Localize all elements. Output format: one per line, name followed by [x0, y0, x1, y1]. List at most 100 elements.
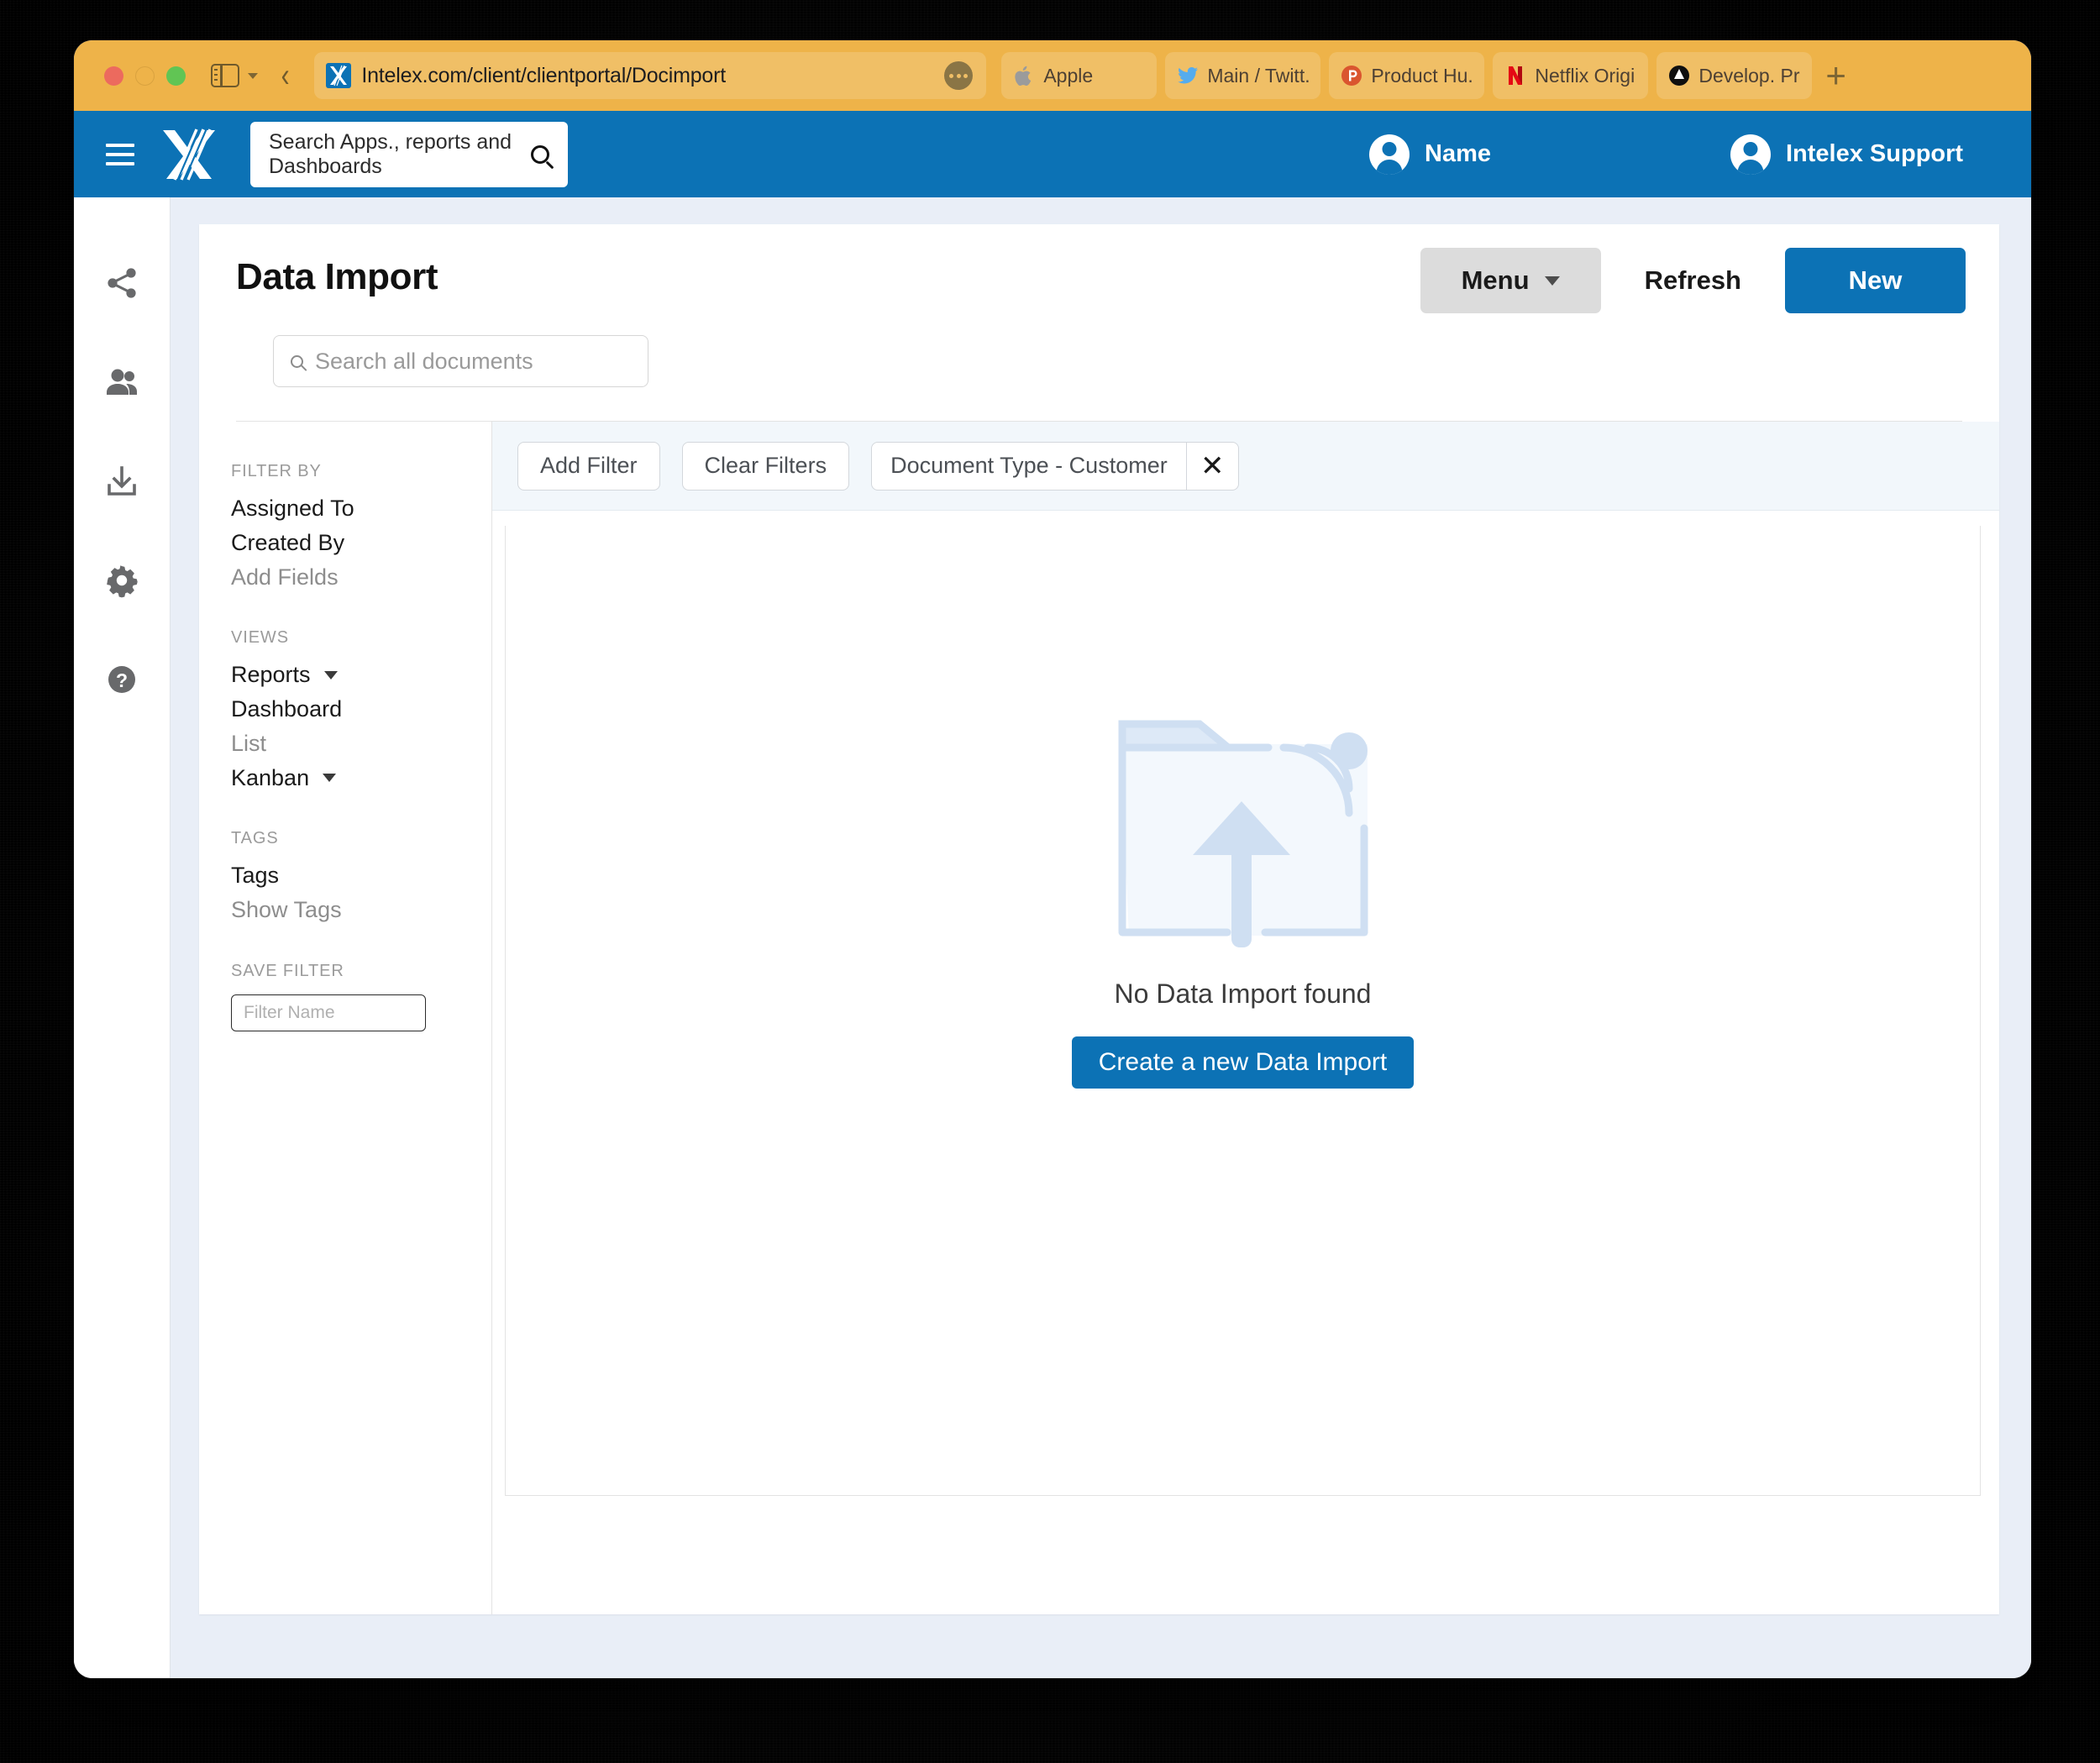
browser-tab-twitter[interactable]: Main / Twitt... [1165, 52, 1321, 99]
gear-icon[interactable] [103, 562, 140, 599]
divider [236, 421, 1962, 422]
apple-icon [1013, 65, 1035, 87]
filter-item-label: Created By [231, 529, 345, 555]
create-data-import-button[interactable]: Create a new Data Import [1071, 1036, 1415, 1089]
active-filter-chip[interactable]: Document Type - Customer ✕ [871, 441, 1239, 491]
people-icon[interactable] [103, 364, 140, 401]
browser-tab-label: Develop. Pr... [1698, 64, 1800, 87]
views-item-kanban[interactable]: Kanban [231, 764, 491, 793]
browser-tab-apple[interactable]: Apple [1001, 52, 1158, 99]
folder-upload-icon [1109, 711, 1378, 950]
filter-item-assigned-to[interactable]: Assigned To [231, 495, 491, 523]
clear-filters-button[interactable]: Clear Filters [681, 441, 850, 491]
empty-state-message: No Data Import found [1114, 979, 1372, 1009]
producthunt-icon [1341, 65, 1362, 87]
card-header: Data Import Menu Refresh New Search all … [199, 224, 1999, 422]
intelex-favicon [326, 63, 352, 88]
share-icon[interactable] [103, 265, 140, 302]
chevron-down-icon [1544, 275, 1560, 286]
save-filter-group: SAVE FILTER Filter Name [231, 962, 491, 1031]
filter-item-label: Assigned To [231, 496, 354, 521]
views-item-label: List [231, 730, 267, 756]
add-filter-button[interactable]: Add Filter [517, 441, 660, 491]
sidebar-icon [211, 64, 239, 87]
views-item-dashboard[interactable]: Dashboard [231, 695, 491, 724]
filter-item-created-by[interactable]: Created By [231, 529, 491, 558]
icon-rail: ? [74, 197, 171, 1678]
chevron-down-icon[interactable] [248, 72, 258, 79]
global-search-input[interactable]: Search Apps., reports and Dashboards [250, 121, 568, 187]
browser-tab-netflix[interactable]: Netflix Origi... [1493, 52, 1649, 99]
hamburger-icon[interactable] [106, 143, 134, 165]
dropbox-icon [1668, 65, 1690, 87]
filter-by-group: FILTER BY Assigned To Created By Add Fie… [231, 462, 491, 591]
save-filter-title: SAVE FILTER [231, 961, 344, 980]
global-search-placeholder: Search Apps., reports and Dashboards [269, 129, 512, 178]
active-filter-label: Document Type - Customer [890, 453, 1168, 478]
browser-tab-label: Main / Twitt... [1207, 64, 1309, 87]
filter-name-input[interactable]: Filter Name [231, 994, 426, 1031]
filter-item-add-fields[interactable]: Add Fields [231, 564, 491, 592]
avatar [1730, 134, 1771, 175]
support-name-label: Intelex Support [1786, 140, 1964, 167]
search-icon [291, 354, 303, 368]
browser-tab-label: Netflix Origi... [1535, 64, 1636, 87]
netflix-icon [1504, 65, 1526, 87]
url-text: Intelex.com/client/clientportal/Docimpor… [361, 63, 726, 87]
views-item-list[interactable]: List [231, 730, 491, 758]
views-title: VIEWS [231, 628, 289, 648]
views-item-reports[interactable]: Reports [231, 661, 491, 690]
new-button[interactable]: New [1785, 248, 1966, 313]
card-body: FILTER BY Assigned To Created By Add Fie… [199, 422, 1999, 1614]
views-item-label: Dashboard [231, 696, 343, 721]
download-icon[interactable] [103, 463, 140, 500]
app-body: ? Data Import Menu Refresh New Search al… [74, 197, 2031, 1678]
content-card: Data Import Menu Refresh New Search all … [199, 224, 1999, 1614]
app-header: Search Apps., reports and Dashboards Nam… [74, 111, 2031, 197]
views-group: VIEWS Reports Dashboard List Kanban [231, 628, 491, 792]
chevron-down-icon[interactable] [323, 671, 338, 680]
page-container: Data Import Menu Refresh New Search all … [171, 197, 2031, 1678]
chevron-down-icon[interactable] [323, 774, 337, 783]
close-window-button[interactable] [104, 66, 123, 86]
sidebar-toggle-button[interactable] [211, 64, 258, 87]
support-account-chip[interactable]: Intelex Support [1730, 134, 1963, 175]
svg-text:?: ? [116, 669, 128, 691]
minimize-window-button[interactable] [135, 66, 155, 86]
browser-toolbar: ‹ Intelex.com/client/clientportal/Docimp… [74, 40, 2031, 111]
refresh-button[interactable]: Refresh [1601, 248, 1785, 313]
results-empty-state: No Data Import found Create a new Data I… [505, 526, 1981, 1496]
views-item-label: Reports [231, 662, 311, 688]
chevron-left-icon[interactable]: ‹ [281, 59, 290, 92]
avatar [1369, 134, 1410, 175]
window-traffic-lights [104, 66, 186, 86]
tags-item-label: Show Tags [231, 897, 342, 922]
filter-item-label: Add Fields [231, 564, 339, 590]
twitter-icon [1177, 65, 1199, 87]
document-search-input[interactable]: Search all documents [273, 335, 648, 387]
application-viewport: Search Apps., reports and Dashboards Nam… [74, 111, 2031, 1678]
browser-tab-dropbox[interactable]: Develop. Pr... [1656, 52, 1813, 99]
search-icon[interactable] [531, 144, 549, 164]
zoom-window-button[interactable] [166, 66, 186, 86]
intelex-logo[interactable] [160, 127, 218, 182]
new-tab-button[interactable]: + [1825, 58, 1846, 93]
tags-item-show-tags[interactable]: Show Tags [231, 896, 491, 925]
browser-tabs: Apple Main / Twitt... [1001, 52, 1813, 99]
header-actions: Menu Refresh New [1420, 248, 1966, 313]
close-icon[interactable]: ✕ [1185, 442, 1238, 490]
user-account-chip[interactable]: Name [1369, 134, 1491, 175]
tags-group: TAGS Tags Show Tags [231, 829, 491, 925]
address-bar[interactable]: Intelex.com/client/clientportal/Docimpor… [314, 52, 987, 99]
document-search-placeholder: Search all documents [315, 348, 533, 374]
menu-button-label: Menu [1461, 265, 1530, 295]
filter-toolbar: Add Filter Clear Filters Document Type -… [492, 422, 1999, 511]
tags-item-tags[interactable]: Tags [231, 862, 491, 890]
help-icon[interactable]: ? [103, 661, 140, 698]
menu-button[interactable]: Menu [1420, 248, 1601, 313]
browser-window: ‹ Intelex.com/client/clientportal/Docimp… [74, 40, 2031, 1678]
filter-name-placeholder: Filter Name [244, 1002, 335, 1022]
ellipsis-icon[interactable] [944, 61, 974, 90]
browser-tab-producthunt[interactable]: Product Hu... [1329, 52, 1485, 99]
filter-by-title: FILTER BY [231, 462, 322, 480]
